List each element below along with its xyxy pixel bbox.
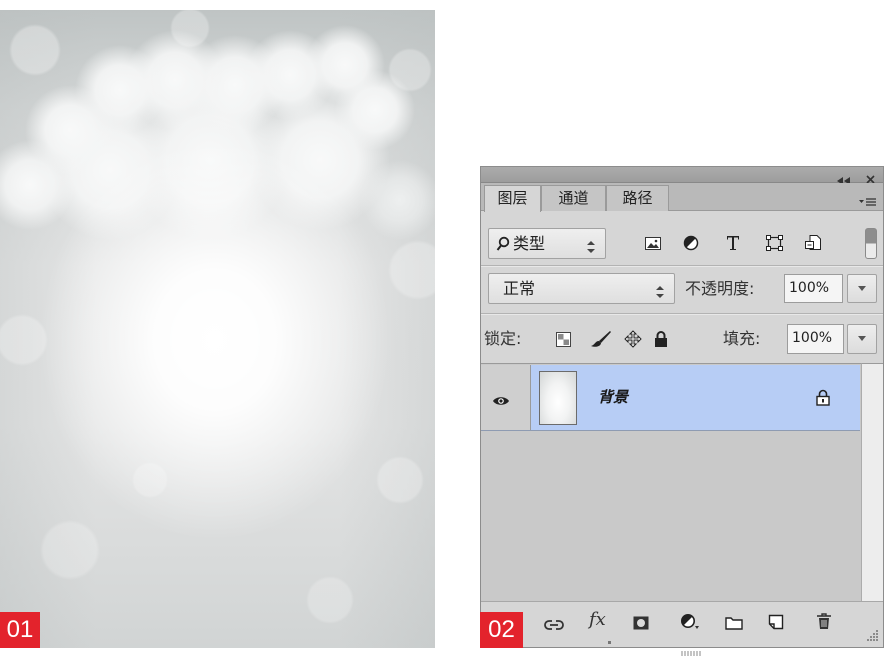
panel-drag-grip-icon[interactable]	[681, 641, 703, 660]
image-label-01: 01	[0, 612, 40, 648]
layers-panel: 图层 通道 路径 类型 正常 不透明度: 100% 锁定: 填充: 100% 背…	[480, 166, 884, 656]
pixel-layer-filter-icon[interactable]	[645, 236, 661, 255]
filter-kind-value: 类型	[513, 234, 546, 253]
layer-thumbnail	[539, 371, 577, 425]
filter-toggle-switch[interactable]	[865, 228, 877, 259]
panel-tab-bar: 图层 通道 路径	[481, 183, 883, 212]
type-layer-filter-icon[interactable]	[726, 235, 740, 255]
search-icon	[496, 236, 510, 256]
add-mask-icon[interactable]	[633, 615, 649, 634]
shape-layer-filter-icon[interactable]	[766, 235, 783, 255]
lock-transparent-pixels-icon[interactable]	[556, 332, 571, 351]
new-layer-icon[interactable]	[768, 614, 784, 634]
lock-all-icon[interactable]	[654, 331, 668, 352]
visibility-toggle[interactable]	[481, 365, 531, 430]
layer-name[interactable]: 背景	[598, 365, 628, 430]
fill-input[interactable]: 100%	[787, 324, 844, 354]
adjustment-layer-filter-icon[interactable]	[683, 235, 699, 255]
submenu-dot-icon	[608, 629, 611, 648]
cloud-photo	[0, 10, 435, 648]
lock-label: 锁定:	[484, 329, 522, 348]
fill-slider-button[interactable]	[847, 324, 877, 354]
stepper-arrows-icon	[656, 283, 664, 302]
scrollbar[interactable]	[861, 363, 883, 601]
layer-row-background[interactable]: 背景	[481, 365, 860, 431]
divider	[481, 265, 883, 267]
delete-layer-icon[interactable]	[816, 613, 832, 634]
panel-menu-icon[interactable]	[859, 192, 877, 211]
lock-position-icon[interactable]	[624, 330, 642, 352]
new-group-icon[interactable]	[725, 615, 743, 634]
divider	[481, 313, 883, 315]
layer-style-button[interactable]: fx	[589, 609, 606, 630]
tab-layers[interactable]: 图层	[484, 185, 541, 212]
blend-mode-dropdown[interactable]: 正常	[488, 273, 675, 304]
opacity-label: 不透明度:	[685, 279, 755, 298]
panel-header	[481, 167, 883, 185]
panel-footer-toolbar: fx	[481, 601, 883, 644]
opacity-input[interactable]: 100%	[784, 274, 843, 303]
tab-channels[interactable]: 通道	[541, 185, 606, 211]
resize-grip-icon[interactable]	[867, 626, 879, 645]
filter-kind-dropdown[interactable]: 类型	[488, 228, 606, 259]
tab-paths[interactable]: 路径	[606, 185, 669, 211]
layers-list: 背景	[481, 363, 861, 601]
smart-object-filter-icon[interactable]	[805, 235, 821, 255]
image-label-02: 02	[480, 612, 523, 648]
layer-lock-icon	[816, 389, 830, 410]
opacity-slider-button[interactable]	[847, 274, 877, 303]
new-adjustment-layer-icon[interactable]	[680, 614, 702, 634]
eye-icon	[492, 392, 510, 411]
blend-mode-value: 正常	[503, 279, 536, 298]
fill-label: 填充:	[723, 329, 761, 348]
lock-image-pixels-icon[interactable]	[590, 330, 612, 352]
link-layers-icon[interactable]	[544, 616, 564, 635]
stepper-arrows-icon	[587, 238, 595, 257]
